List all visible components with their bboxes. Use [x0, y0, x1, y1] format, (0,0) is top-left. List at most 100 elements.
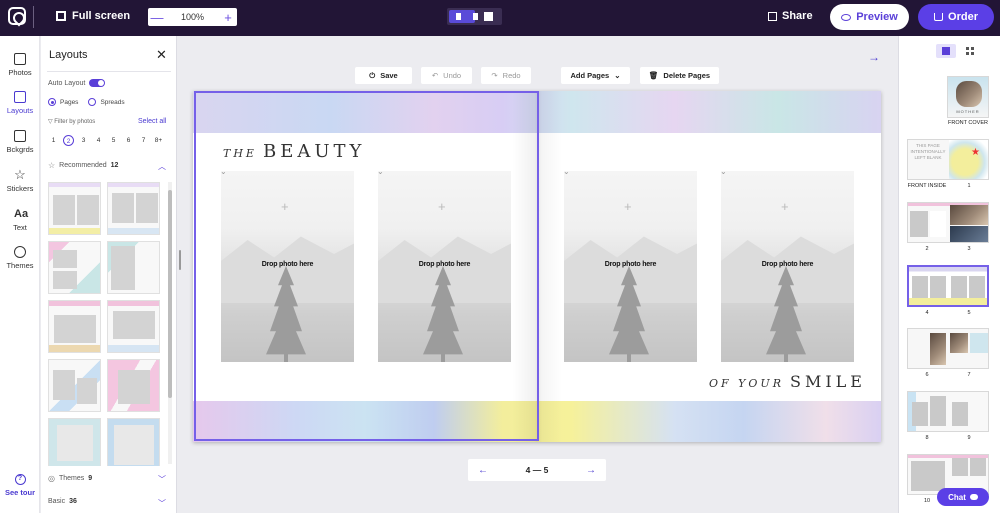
page-title-right[interactable]: OF YOUR SMILE	[709, 372, 866, 391]
rail-item-themes[interactable]: Themes	[0, 246, 40, 270]
photo-slot[interactable]: ⌄ + Drop photo here	[564, 171, 697, 362]
undo-label: Undo	[443, 71, 462, 80]
layout-thumb[interactable]	[107, 241, 160, 294]
single-page-view-button[interactable]	[484, 12, 493, 21]
layout-thumb[interactable]	[48, 359, 101, 412]
share-button[interactable]: Share	[768, 10, 813, 22]
plus-icon: +	[281, 199, 289, 214]
zoom-in-button[interactable]: +	[219, 10, 237, 25]
layout-thumb[interactable]	[107, 418, 160, 466]
photo-slot[interactable]: ⌄ + Drop photo here	[221, 171, 354, 362]
rail-item-backgrounds[interactable]: Bckgrds	[0, 130, 40, 154]
app-logo-icon[interactable]	[8, 7, 26, 25]
layout-thumb[interactable]	[48, 418, 101, 466]
rail-label: Layouts	[6, 106, 34, 115]
photo-slot[interactable]: ⌄ + Drop photo here	[721, 171, 854, 362]
page-thumb-front-inside[interactable]: THIS PAGE INTENTIONALLY LEFT BLANK ★	[907, 139, 989, 180]
photo-count-3[interactable]: 3	[78, 135, 89, 146]
title-small: THE	[223, 147, 257, 160]
layout-thumbnails	[48, 182, 166, 466]
photo-count-7[interactable]: 7	[138, 135, 149, 146]
background-icon	[14, 130, 26, 142]
arrow-right-icon[interactable]: →	[868, 50, 880, 64]
auto-layout-toggle[interactable]	[89, 79, 106, 87]
top-bar: Full screen — 100% + Share Preview Order	[0, 0, 1000, 36]
delete-pages-button[interactable]: 🗑 Delete Pages	[640, 67, 719, 84]
panel-scrollbar[interactable]	[168, 182, 172, 464]
drop-photo-text: Drop photo here	[761, 261, 814, 268]
page-title-left[interactable]: THE BEAUTY	[223, 141, 365, 162]
preview-button[interactable]: Preview	[830, 4, 909, 30]
arrow-right-icon[interactable]: →	[586, 465, 596, 476]
fullscreen-button[interactable]: Full screen	[56, 10, 130, 22]
add-pages-button[interactable]: Add Pages ⌄	[561, 67, 630, 84]
zoom-out-button[interactable]: —	[148, 10, 166, 25]
single-column-view-button[interactable]	[936, 44, 956, 58]
radio-spreads[interactable]: Spreads	[88, 98, 125, 106]
photo-count-1[interactable]: 1	[48, 135, 59, 146]
drop-photo-text: Drop photo here	[418, 261, 471, 268]
select-all-link[interactable]: Select all	[138, 118, 166, 125]
radio-icon	[88, 98, 97, 106]
layout-thumb[interactable]	[107, 359, 160, 412]
layout-thumb[interactable]	[48, 300, 101, 353]
redo-button[interactable]: ↷ Redo	[481, 67, 531, 84]
arrow-left-icon[interactable]: ←	[478, 465, 488, 476]
page-thumb-front-cover[interactable]: MOTHER	[947, 76, 989, 118]
view-toggle	[447, 8, 502, 25]
save-button[interactable]: ⏻ Save	[355, 67, 412, 84]
page-label: 6	[925, 372, 929, 378]
chevron-down-icon: ⌄	[721, 171, 727, 176]
undo-button[interactable]: ↶ Undo	[421, 67, 472, 84]
redo-icon: ↷	[491, 71, 498, 80]
layout-thumb[interactable]	[107, 300, 160, 353]
page-thumb-4-5[interactable]	[907, 265, 989, 307]
layout-thumb[interactable]	[48, 182, 101, 235]
spread-view-button[interactable]	[449, 10, 478, 23]
section-label: Basic	[48, 498, 66, 505]
save-label: Save	[380, 71, 398, 80]
divider	[33, 6, 34, 28]
page-thumb-2-3[interactable]	[907, 202, 989, 243]
add-pages-label: Add Pages	[570, 71, 610, 80]
title-large: SMILE	[789, 372, 866, 391]
plus-icon: +	[781, 199, 789, 214]
photo-count-5[interactable]: 5	[108, 135, 119, 146]
page-thumb-6-7[interactable]	[907, 328, 989, 369]
layout-thumb[interactable]	[107, 182, 160, 235]
rail-item-photos[interactable]: Photos	[0, 53, 40, 77]
pages-panel: MOTHER FRONT COVER THIS PAGE INTENTIONAL…	[898, 36, 1000, 513]
photo-count-8plus[interactable]: 8+	[153, 135, 164, 146]
see-tour-button[interactable]: ? See tour	[0, 474, 40, 497]
layout-thumb[interactable]	[48, 241, 101, 294]
chevron-down-icon: ﹀	[158, 499, 166, 508]
paint-icon: ◎	[48, 474, 55, 483]
photo-count-6[interactable]: 6	[123, 135, 134, 146]
grid-view-button[interactable]	[960, 44, 980, 58]
section-basic[interactable]: Basic 36 ﹀	[48, 498, 170, 508]
section-recommended[interactable]: ☆ Recommended 12 ︿	[48, 161, 170, 171]
photo-count-2[interactable]: 2	[63, 135, 74, 146]
close-icon[interactable]: ✕	[156, 47, 167, 63]
section-themes[interactable]: ◎ Themes 9 ﹀	[48, 474, 170, 484]
share-icon	[768, 11, 777, 21]
order-button[interactable]: Order	[918, 4, 994, 30]
page-thumb-8-9[interactable]	[907, 391, 989, 432]
page-spread[interactable]: THE BEAUTY ⌄ + Drop photo here ⌄ + Drop …	[193, 91, 881, 442]
page-label: 7	[967, 372, 971, 378]
radio-pages-label: Pages	[60, 98, 79, 106]
photo-count-4[interactable]: 4	[93, 135, 104, 146]
drop-photo-text: Drop photo here	[604, 261, 657, 268]
plus-icon: +	[438, 199, 446, 214]
chat-button[interactable]: Chat	[937, 488, 989, 506]
chevron-down-icon: ⌄	[378, 171, 384, 176]
photo-slot[interactable]: ⌄ + Drop photo here	[378, 171, 511, 362]
page-label: 5	[967, 310, 971, 316]
radio-pages[interactable]: Pages	[48, 98, 78, 106]
plus-icon: +	[624, 199, 632, 214]
rail-item-stickers[interactable]: ☆ Stickers	[0, 168, 40, 193]
rail-item-text[interactable]: Aa Text	[0, 208, 40, 232]
page-label: FRONT INSIDE	[907, 183, 947, 189]
panel-resize-handle[interactable]	[179, 250, 181, 270]
rail-item-layouts[interactable]: Layouts	[0, 91, 40, 115]
